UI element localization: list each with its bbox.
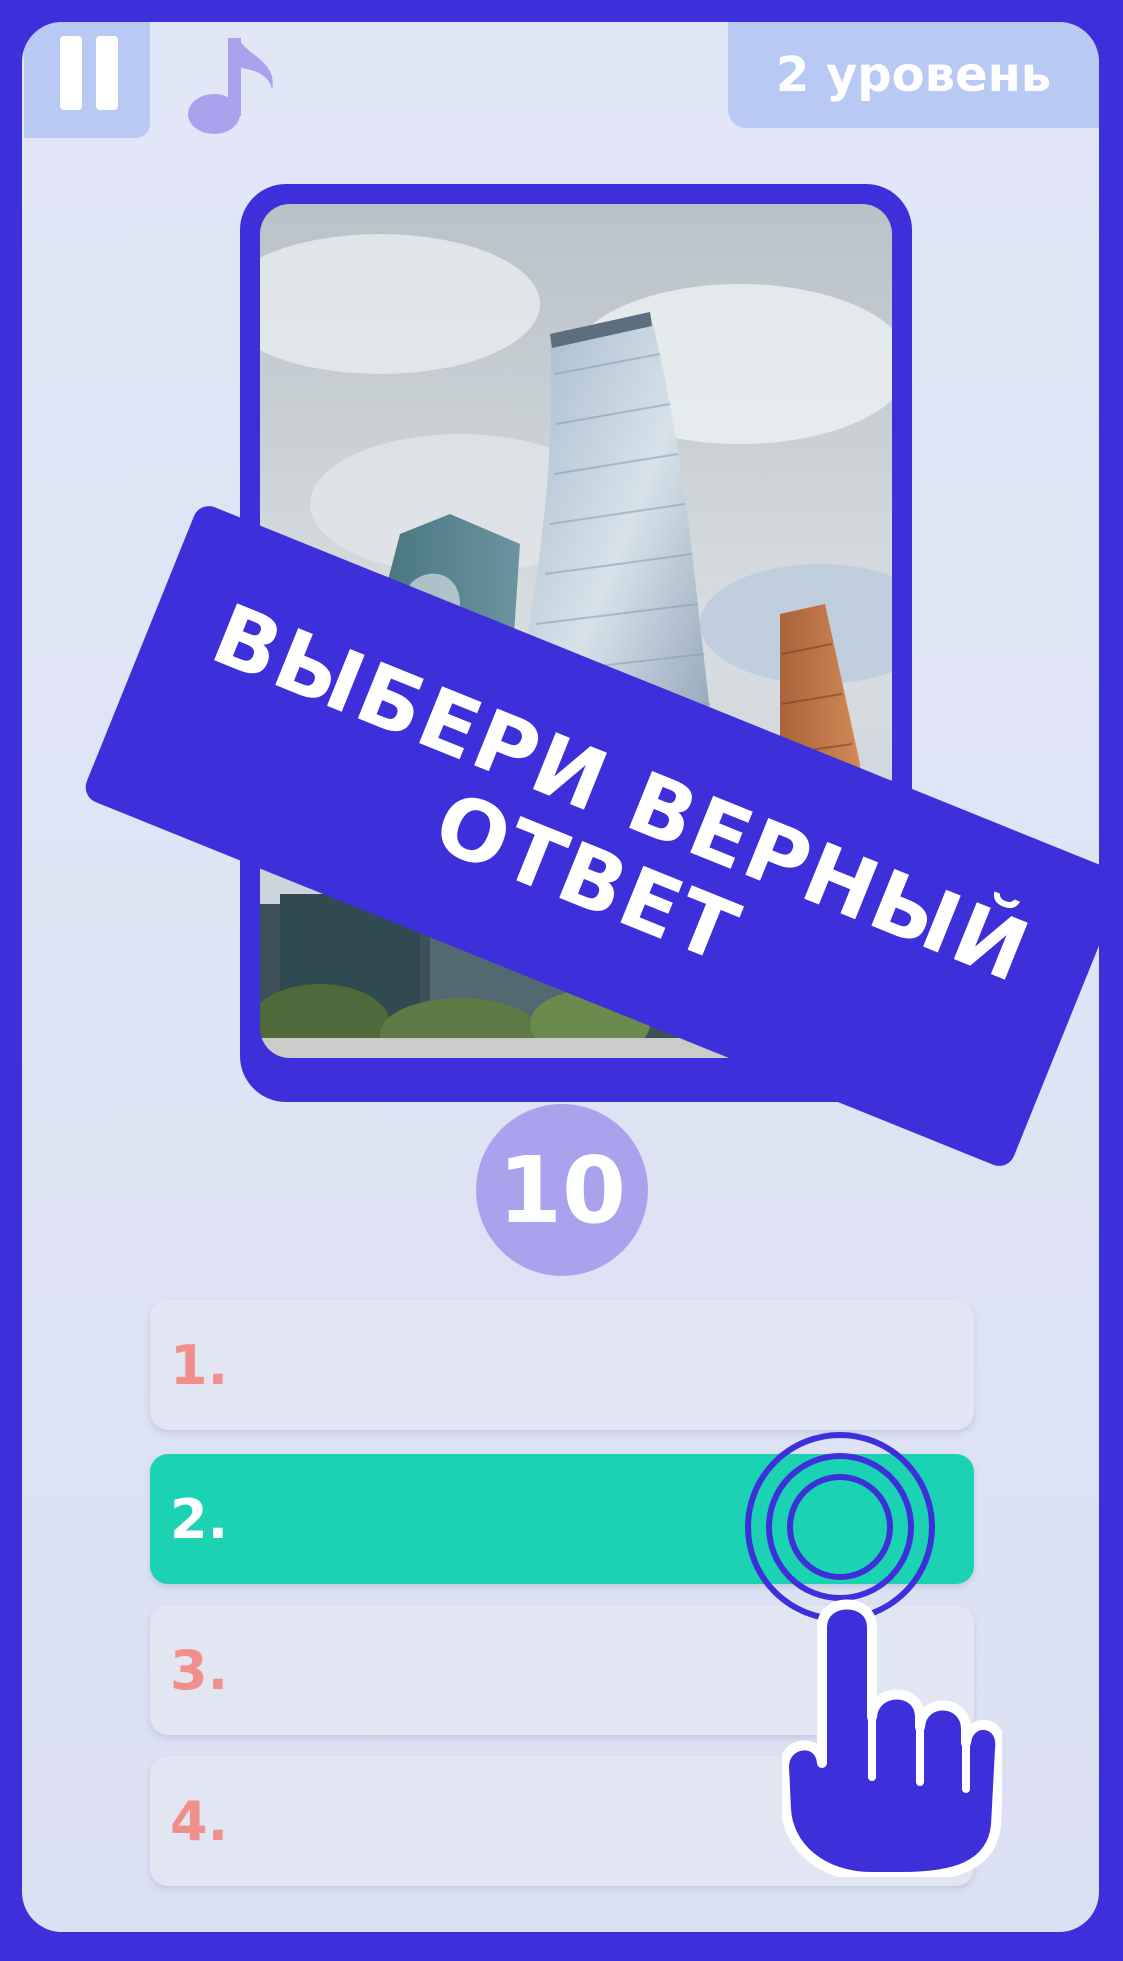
game-frame: 2 уровень ВЫБЕРИ ВЕРНЫЙ ОТВЕТ 10 1. 2. 3…	[22, 22, 1099, 1932]
countdown-timer: 10	[476, 1104, 648, 1276]
answer-option-1[interactable]: 1.	[150, 1300, 974, 1430]
pause-icon-bar	[96, 36, 118, 110]
tap-ripple-inner	[787, 1474, 893, 1580]
answer-number: 2.	[170, 1487, 229, 1551]
music-note-icon[interactable]	[186, 28, 286, 138]
answer-number: 4.	[170, 1789, 229, 1853]
pause-button[interactable]	[24, 22, 150, 138]
tap-hand-icon	[782, 1599, 1002, 1877]
answer-number: 1.	[170, 1333, 229, 1397]
pause-icon	[60, 36, 82, 110]
level-badge: 2 уровень	[728, 22, 1099, 128]
answer-number: 3.	[170, 1638, 229, 1702]
